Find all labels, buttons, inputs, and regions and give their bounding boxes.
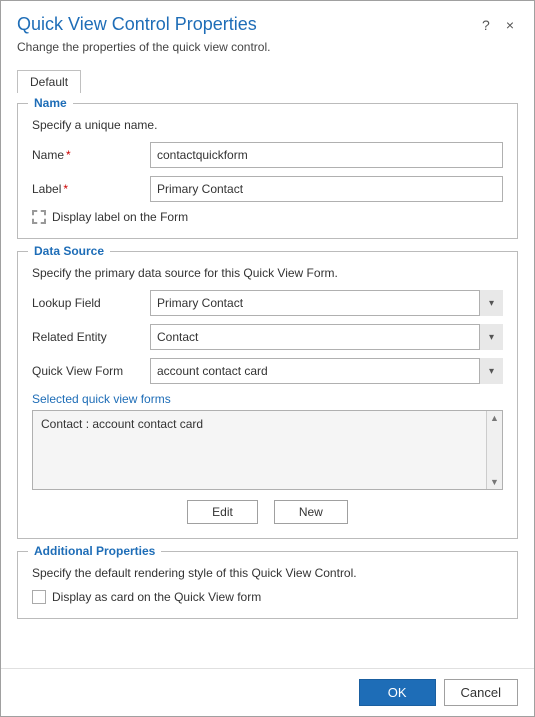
close-button[interactable]: × [502, 15, 518, 35]
additional-desc: Specify the default rendering style of t… [32, 566, 503, 580]
display-card-checkbox[interactable] [32, 590, 46, 604]
dialog: Quick View Control Properties Change the… [0, 0, 535, 717]
dialog-subtitle: Change the properties of the quick view … [17, 40, 478, 54]
selected-forms-scrollbar: ▲ ▼ [486, 411, 502, 489]
quickview-label: Quick View Form [32, 364, 142, 378]
name-label: Name* [32, 148, 142, 162]
datasource-desc: Specify the primary data source for this… [32, 266, 503, 280]
scroll-down-icon[interactable]: ▼ [490, 477, 499, 487]
dialog-body: Default Name Specify a unique name. Name… [1, 62, 534, 668]
dialog-footer: OK Cancel [1, 668, 534, 716]
display-card-row: Display as card on the Quick View form [32, 590, 503, 604]
label-input[interactable] [150, 176, 503, 202]
display-label-checkbox[interactable] [32, 210, 46, 224]
datasource-legend: Data Source [28, 244, 110, 258]
scroll-up-icon[interactable]: ▲ [490, 413, 499, 423]
name-section-desc: Specify a unique name. [32, 118, 503, 132]
lookup-select-wrapper: Primary Contact ▾ [150, 290, 503, 316]
selected-forms-label: Selected quick view forms [32, 392, 503, 406]
dialog-title-area: Quick View Control Properties Change the… [17, 13, 478, 54]
ok-button[interactable]: OK [359, 679, 436, 706]
name-input[interactable] [150, 142, 503, 168]
display-label-text: Display label on the Form [52, 210, 188, 224]
additional-section: Additional Properties Specify the defaul… [17, 551, 518, 619]
related-select-wrapper: Contact ▾ [150, 324, 503, 350]
label-required-star: * [63, 182, 68, 196]
name-row: Name* [32, 142, 503, 168]
quickview-row: Quick View Form account contact card ▾ [32, 358, 503, 384]
tab-bar: Default [17, 70, 518, 93]
tab-default[interactable]: Default [17, 70, 81, 93]
related-label: Related Entity [32, 330, 142, 344]
dialog-header: Quick View Control Properties Change the… [1, 1, 534, 62]
dialog-title: Quick View Control Properties [17, 13, 478, 36]
dialog-controls: ? × [478, 15, 518, 35]
edit-new-buttons: Edit New [32, 500, 503, 524]
edit-button[interactable]: Edit [187, 500, 258, 524]
quickview-select[interactable]: account contact card [150, 358, 503, 384]
lookup-label: Lookup Field [32, 296, 142, 310]
lookup-select[interactable]: Primary Contact [150, 290, 503, 316]
display-label-row: Display label on the Form [32, 210, 503, 224]
label-label: Label* [32, 182, 142, 196]
name-required-star: * [66, 148, 71, 162]
lookup-row: Lookup Field Primary Contact ▾ [32, 290, 503, 316]
related-select[interactable]: Contact [150, 324, 503, 350]
selected-forms-box: Contact : account contact card ▲ ▼ [32, 410, 503, 490]
quickview-select-wrapper: account contact card ▾ [150, 358, 503, 384]
help-button[interactable]: ? [478, 15, 494, 35]
new-button[interactable]: New [274, 500, 348, 524]
additional-legend: Additional Properties [28, 544, 161, 558]
cancel-button[interactable]: Cancel [444, 679, 518, 706]
related-row: Related Entity Contact ▾ [32, 324, 503, 350]
label-row: Label* [32, 176, 503, 202]
display-card-label: Display as card on the Quick View form [52, 590, 261, 604]
selected-forms-item: Contact : account contact card [41, 417, 494, 431]
name-section-legend: Name [28, 96, 73, 110]
name-section: Name Specify a unique name. Name* Label*… [17, 103, 518, 239]
datasource-section: Data Source Specify the primary data sou… [17, 251, 518, 539]
